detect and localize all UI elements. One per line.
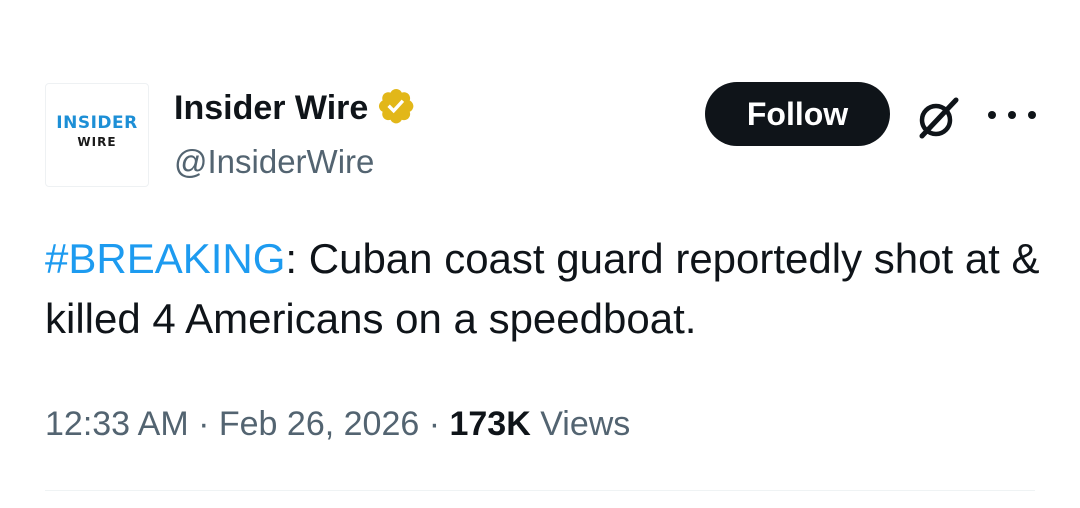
verified-badge-icon[interactable] [376, 86, 420, 130]
tweet-time[interactable]: 12:33 AM [45, 405, 189, 443]
tweet-meta: 12:33 AM · Feb 26, 2026 · 173K Views [45, 402, 630, 446]
tweet-date[interactable]: Feb 26, 2026 [219, 405, 419, 443]
meta-separator: · [188, 405, 219, 443]
views-count[interactable]: 173K [449, 405, 530, 443]
views-label: Views [530, 405, 631, 443]
avatar-logo-top: INSIDER [56, 112, 138, 133]
author-name-row: Insider Wire [174, 86, 420, 130]
more-dot-icon [1008, 111, 1016, 119]
more-dot-icon [988, 111, 996, 119]
divider [45, 490, 1035, 491]
meta-separator: · [419, 405, 450, 443]
more-options-icon[interactable] [988, 100, 1036, 130]
author-handle[interactable]: @InsiderWire [174, 140, 374, 184]
hashtag-link[interactable]: #BREAKING [45, 235, 285, 282]
author-avatar[interactable]: INSIDER WIRE [45, 83, 149, 187]
grok-icon[interactable] [912, 92, 964, 144]
author-display-name[interactable]: Insider Wire [174, 86, 368, 130]
tweet-text: #BREAKING: Cuban coast guard reportedly … [45, 229, 1045, 349]
follow-button[interactable]: Follow [705, 82, 890, 146]
avatar-logo-bottom: WIRE [77, 134, 117, 149]
more-dot-icon [1028, 111, 1036, 119]
